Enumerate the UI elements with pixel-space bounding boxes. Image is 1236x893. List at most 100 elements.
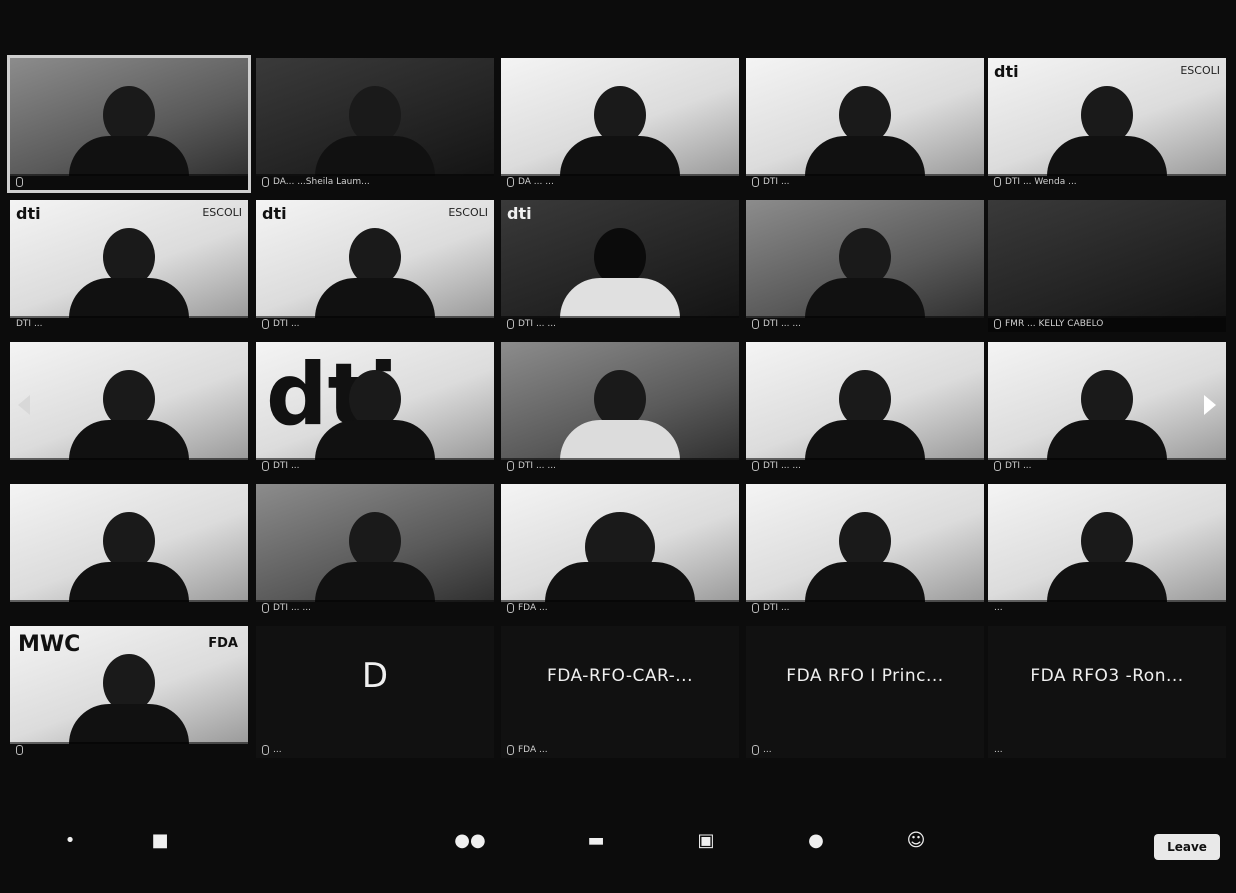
- next-page-arrow-icon[interactable]: [1204, 395, 1216, 415]
- participant-tile[interactable]: dti ESCOLI DTI ... Wenda ...: [988, 58, 1226, 190]
- reactions-button[interactable]: ☺: [886, 830, 946, 880]
- participant-tile[interactable]: DTI ... ...: [256, 484, 494, 616]
- participant-video: [256, 484, 494, 602]
- participant-name: ...: [994, 603, 1003, 613]
- video-button[interactable]: ■: [130, 830, 190, 880]
- participant-tile[interactable]: FDA-RFO-CAR-... FDA ...: [501, 626, 739, 758]
- participant-tile[interactable]: [10, 342, 248, 474]
- share-screen-button[interactable]: ▣: [676, 830, 736, 880]
- participant-name: DTI ... Wenda ...: [1005, 177, 1077, 187]
- participant-name: DTI ... ...: [763, 461, 801, 471]
- meeting-window: DA... ...Sheila Laum... DA ... ... DTI .…: [0, 0, 1236, 893]
- participant-tile[interactable]: DTI ...: [746, 58, 984, 190]
- participant-video: [746, 342, 984, 460]
- leave-button[interactable]: Leave: [1154, 834, 1220, 860]
- participant-video: [501, 342, 739, 460]
- participant-name: ...: [273, 745, 282, 755]
- microphone-icon: [16, 176, 23, 187]
- participant-name: DTI ...: [1005, 461, 1032, 471]
- microphone-icon: [752, 318, 759, 329]
- participant-tile[interactable]: FDA ...: [501, 484, 739, 616]
- participant-video: MWC FDA: [10, 626, 248, 744]
- participant-name: FDA ...: [518, 745, 548, 755]
- participant-video: [501, 58, 739, 176]
- participant-name: DTI ...: [273, 319, 300, 329]
- participant-tile[interactable]: MWC FDA: [10, 626, 248, 758]
- participants-button[interactable]: ●●: [440, 830, 500, 880]
- microphone-icon: [262, 602, 269, 613]
- participant-video: [988, 200, 1226, 318]
- dti-logo: dti: [16, 204, 41, 223]
- chat-button[interactable]: ▬: [566, 830, 626, 880]
- participant-video: [746, 58, 984, 176]
- microphone-icon: [262, 460, 269, 471]
- microphone-icon: [994, 318, 1001, 329]
- microphone-icon: [262, 744, 269, 755]
- participant-video: dti ESCOLI: [256, 200, 494, 318]
- participant-name: DTI ... ...: [518, 461, 556, 471]
- participant-name: DA... ...Sheila Laum...: [273, 177, 370, 187]
- participant-name: FDA ...: [518, 603, 548, 613]
- participant-name: DTI ...: [763, 177, 790, 187]
- participant-tile[interactable]: DTI ...: [988, 342, 1226, 474]
- dti-logo: dti: [507, 204, 532, 223]
- microphone-icon: [16, 744, 23, 755]
- participant-silhouette: [69, 86, 189, 176]
- microphone-icon: [752, 602, 759, 613]
- share-screen-icon: ▣: [697, 830, 715, 851]
- participant-video: [501, 484, 739, 602]
- participant-tile[interactable]: D ...: [256, 626, 494, 758]
- dti-logo: dti: [994, 62, 1019, 81]
- participant-tile[interactable]: dti DTI ... ...: [501, 200, 739, 332]
- participant-grid: DA... ...Sheila Laum... DA ... ... DTI .…: [7, 55, 1226, 758]
- participant-video: [746, 484, 984, 602]
- participant-name: DTI ... ...: [518, 319, 556, 329]
- participant-tile[interactable]: DTI ... ...: [746, 342, 984, 474]
- participant-tile[interactable]: DA ... ...: [501, 58, 739, 190]
- participant-name: ...: [994, 745, 1003, 755]
- dti-logo: dti: [262, 204, 287, 223]
- participant-tile[interactable]: [7, 55, 251, 193]
- participant-tile[interactable]: ...: [988, 484, 1226, 616]
- participant-tile[interactable]: [10, 484, 248, 616]
- participant-tile[interactable]: FMR ... KELLY CABELO: [988, 200, 1226, 332]
- participant-name: DTI ...: [763, 603, 790, 613]
- participant-display-name: FDA-RFO-CAR-...: [546, 666, 693, 686]
- microphone-icon: [994, 176, 1001, 187]
- microphone-icon: •: [64, 830, 76, 851]
- participant-video: [988, 342, 1226, 460]
- mute-button[interactable]: •: [40, 830, 100, 880]
- participant-tile[interactable]: FDA RFO I Princ... ...: [746, 626, 984, 758]
- record-button[interactable]: ●: [786, 830, 846, 880]
- participant-name: ...: [763, 745, 772, 755]
- microphone-icon: [994, 460, 1001, 471]
- participant-tile[interactable]: DTI ... ...: [746, 200, 984, 332]
- participant-tile[interactable]: FDA RFO3 -Ron... ...: [988, 626, 1226, 758]
- participant-tile[interactable]: dti ESCOLI DTI ...: [256, 200, 494, 332]
- microphone-icon: [752, 744, 759, 755]
- participant-video: [256, 58, 494, 176]
- microphone-icon: [752, 460, 759, 471]
- microphone-icon: [507, 602, 514, 613]
- microphone-icon: [507, 176, 514, 187]
- participant-video: [10, 342, 248, 460]
- participant-name: DA ... ...: [518, 177, 554, 187]
- participant-name: DTI ... ...: [273, 603, 311, 613]
- meeting-toolbar: • ■ ●● ▬ ▣ ● ☺: [0, 808, 1236, 893]
- microphone-icon: [507, 744, 514, 755]
- participant-video: dti: [501, 200, 739, 318]
- participant-tile[interactable]: dti ESCOLI DTI ...: [10, 200, 248, 332]
- participant-video: [10, 58, 248, 176]
- escoli-logo: ESCOLI: [202, 206, 242, 219]
- participant-tile[interactable]: DTI ...: [746, 484, 984, 616]
- previous-page-arrow-icon[interactable]: [18, 395, 30, 415]
- chat-icon: ▬: [587, 830, 605, 851]
- microphone-icon: [507, 318, 514, 329]
- participant-tile[interactable]: dti DTI ...: [256, 342, 494, 474]
- participant-display-name: FDA RFO3 -Ron...: [1030, 666, 1184, 686]
- participant-video: dti ESCOLI: [10, 200, 248, 318]
- participant-tile[interactable]: DA... ...Sheila Laum...: [256, 58, 494, 190]
- participant-tile[interactable]: DTI ... ...: [501, 342, 739, 474]
- participant-name: DTI ...: [273, 461, 300, 471]
- participant-initial: D: [361, 656, 389, 696]
